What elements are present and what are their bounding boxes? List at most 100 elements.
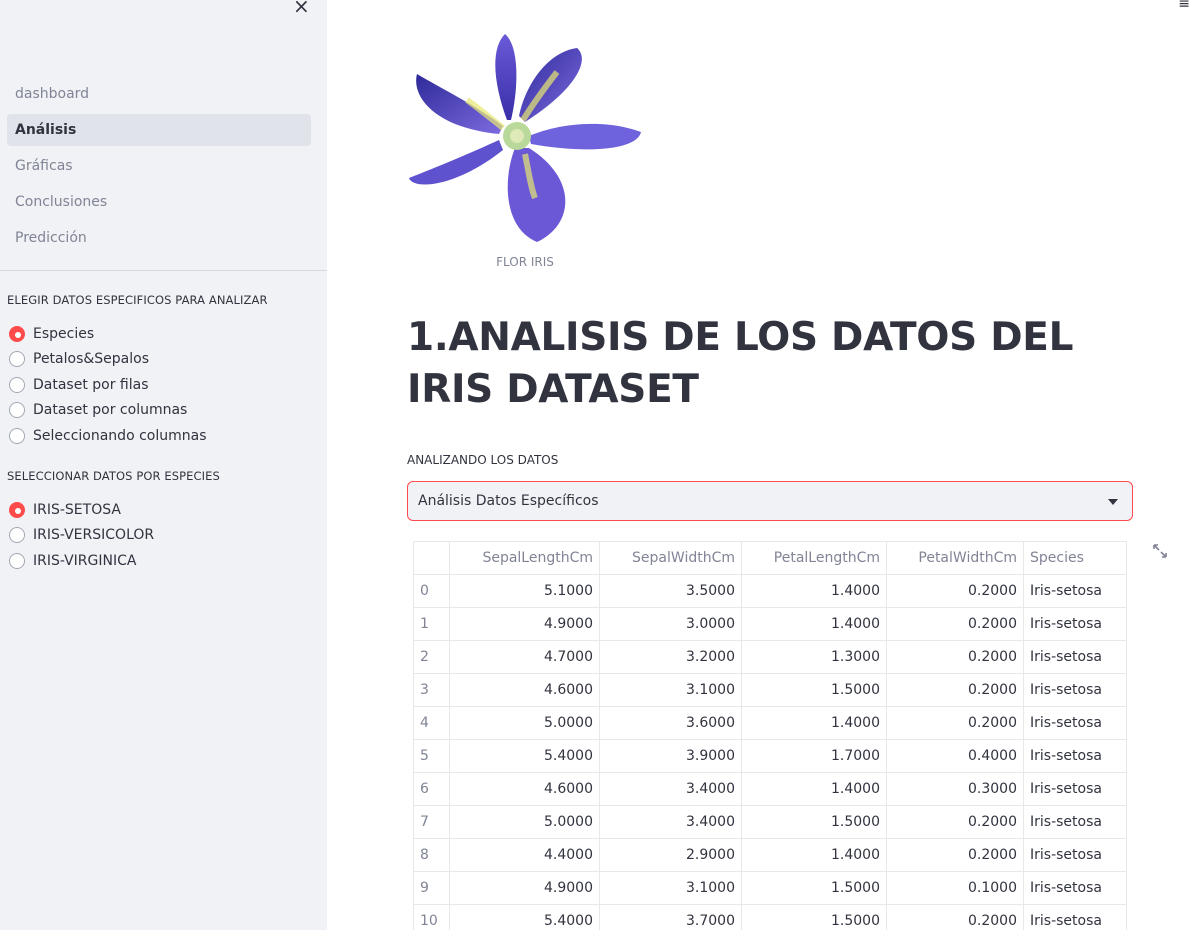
table-row: 0 5.1000 3.5000 1.4000 0.2000 Iris-setosa (413, 574, 1127, 608)
radio-dataset-filas[interactable]: Dataset por filas (9, 372, 207, 398)
table-cell: 5.4000 (449, 739, 600, 773)
radio-checked-icon (9, 501, 25, 518)
table-cell: 5.4000 (449, 904, 600, 930)
table-cell: 1.4000 (741, 574, 887, 608)
table-cell: 3.6000 (599, 706, 742, 740)
table-row: 10 5.4000 3.7000 1.5000 0.2000 Iris-setosa (413, 904, 1127, 930)
radio-label: Dataset por filas (33, 376, 149, 393)
table-row: 4 5.0000 3.6000 1.4000 0.2000 Iris-setosa (413, 706, 1127, 740)
row-index: 1 (413, 607, 450, 641)
column-header[interactable]: SepalLengthCm (449, 541, 600, 575)
table-cell: 5.0000 (449, 805, 600, 839)
nav-item-graficas[interactable]: Gráficas (7, 150, 311, 182)
table-row: 8 4.4000 2.9000 1.4000 0.2000 Iris-setosa (413, 838, 1127, 872)
radio-label: Especies (33, 325, 95, 342)
radio-label: IRIS-SETOSA (33, 501, 121, 518)
row-index: 10 (413, 904, 450, 930)
radio-petalos-sepalos[interactable]: Petalos&Sepalos (9, 347, 207, 373)
radio-label: Petalos&Sepalos (33, 351, 150, 368)
row-index: 7 (413, 805, 450, 839)
table-cell: 0.4000 (886, 739, 1024, 773)
hamburger-menu-icon[interactable]: ≡ (1178, 0, 1190, 12)
row-index: 2 (413, 640, 450, 674)
table-cell: 3.0000 (599, 607, 742, 641)
nav-item-analisis[interactable]: Análisis (7, 114, 311, 146)
radio-iris-setosa[interactable]: IRIS-SETOSA (9, 497, 154, 523)
column-header[interactable]: PetalWidthCm (886, 541, 1024, 575)
radio-label: Dataset por columnas (33, 402, 188, 419)
table-cell: 1.5000 (741, 673, 887, 707)
table-cell: 1.4000 (741, 706, 887, 740)
sidebar-divider (0, 270, 327, 271)
table-cell: 3.1000 (599, 871, 742, 905)
table-cell: 0.1000 (886, 871, 1024, 905)
table-cell: 4.6000 (449, 673, 600, 707)
table-cell: 4.7000 (449, 640, 600, 674)
table-cell: 1.4000 (741, 772, 887, 806)
chevron-down-icon (1108, 499, 1118, 505)
radio-seleccionando-columnas[interactable]: Seleccionando columnas (9, 423, 207, 449)
row-index: 0 (413, 574, 450, 608)
table-cell: 4.4000 (449, 838, 600, 872)
table-cell: Iris-setosa (1023, 574, 1127, 608)
table-cell: 0.2000 (886, 640, 1024, 674)
table-cell: 1.7000 (741, 739, 887, 773)
analysis-select[interactable]: Análisis Datos Específicos (407, 481, 1133, 521)
column-header[interactable]: PetalLengthCm (741, 541, 887, 575)
radio-label: IRIS-VIRGINICA (33, 552, 137, 569)
radio-unchecked-icon (9, 527, 25, 544)
species-options-label: SELECCIONAR DATOS POR ESPECIES (7, 469, 220, 483)
radio-iris-virginica[interactable]: IRIS-VIRGINICA (9, 548, 154, 574)
radio-unchecked-icon (9, 376, 25, 393)
sidebar: × dashboard Análisis Gráficas Conclusion… (0, 0, 327, 930)
radio-checked-icon (9, 325, 25, 342)
table-cell: 0.2000 (886, 838, 1024, 872)
table-row: 6 4.6000 3.4000 1.4000 0.3000 Iris-setosa (413, 772, 1127, 806)
column-header[interactable]: Species (1023, 541, 1127, 575)
iris-flower-image (409, 34, 641, 242)
nav-item-conclusiones[interactable]: Conclusiones (7, 186, 311, 218)
radio-unchecked-icon (9, 552, 25, 569)
table-cell: 3.7000 (599, 904, 742, 930)
table-cell: 0.2000 (886, 904, 1024, 930)
analysis-options-radio-group: Especies Petalos&Sepalos Dataset por fil… (9, 321, 207, 449)
image-caption: FLOR IRIS (496, 255, 554, 269)
row-index: 5 (413, 739, 450, 773)
table-cell: 5.0000 (449, 706, 600, 740)
table-header-row: SepalLengthCm SepalWidthCm PetalLengthCm… (413, 541, 1127, 575)
nav-item-dashboard[interactable]: dashboard (7, 78, 311, 110)
table-cell: 0.3000 (886, 772, 1024, 806)
select-label: ANALIZANDO LOS DATOS (407, 453, 559, 467)
close-sidebar-icon[interactable]: × (293, 0, 310, 16)
radio-unchecked-icon (9, 351, 25, 368)
row-index: 9 (413, 871, 450, 905)
table-row: 3 4.6000 3.1000 1.5000 0.2000 Iris-setosa (413, 673, 1127, 707)
nav-item-prediccion[interactable]: Predicción (7, 222, 311, 254)
table-cell: 2.9000 (599, 838, 742, 872)
radio-unchecked-icon (9, 427, 25, 444)
table-cell: 3.9000 (599, 739, 742, 773)
table-cell: 0.2000 (886, 706, 1024, 740)
radio-dataset-columnas[interactable]: Dataset por columnas (9, 398, 207, 424)
table-cell: 4.9000 (449, 871, 600, 905)
table-row: 7 5.0000 3.4000 1.5000 0.2000 Iris-setosa (413, 805, 1127, 839)
data-table[interactable]: SepalLengthCm SepalWidthCm PetalLengthCm… (413, 541, 1127, 930)
column-header-index[interactable] (413, 541, 450, 575)
radio-especies[interactable]: Especies (9, 321, 207, 347)
fullscreen-expand-icon[interactable] (1152, 543, 1168, 559)
table-cell: 3.1000 (599, 673, 742, 707)
analysis-options-label: ELEGIR DATOS ESPECIFICOS PARA ANALIZAR (7, 293, 268, 307)
table-cell: 3.2000 (599, 640, 742, 674)
table-cell: 3.4000 (599, 805, 742, 839)
table-cell: 1.4000 (741, 607, 887, 641)
radio-iris-versicolor[interactable]: IRIS-VERSICOLOR (9, 523, 154, 549)
table-cell: 0.2000 (886, 805, 1024, 839)
column-header[interactable]: SepalWidthCm (599, 541, 742, 575)
radio-label: Seleccionando columnas (33, 427, 207, 444)
row-index: 6 (413, 772, 450, 806)
table-cell: 4.9000 (449, 607, 600, 641)
row-index: 4 (413, 706, 450, 740)
row-index: 3 (413, 673, 450, 707)
table-cell: Iris-setosa (1023, 772, 1127, 806)
radio-unchecked-icon (9, 402, 25, 419)
